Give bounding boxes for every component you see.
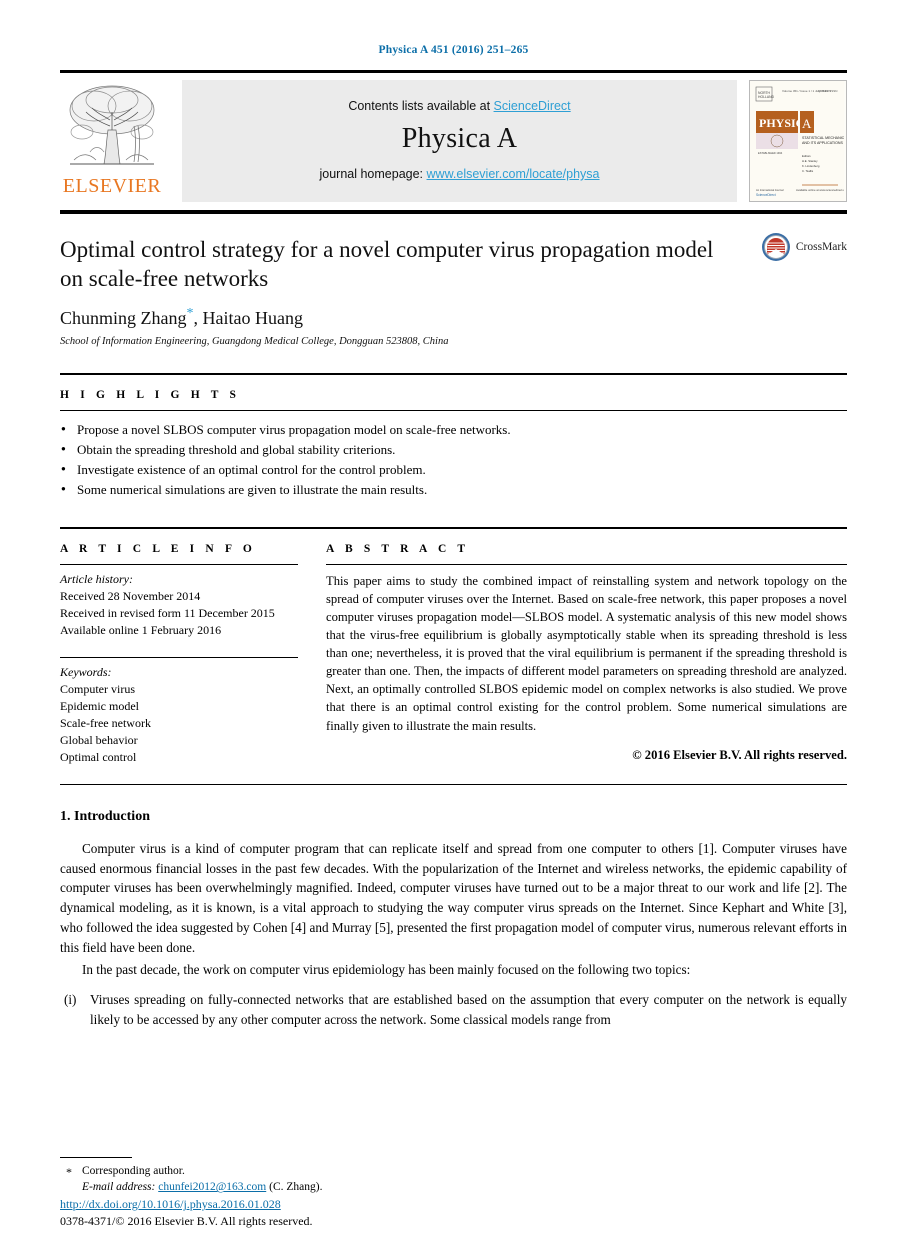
keyword-item[interactable]: Optimal control [60,749,298,766]
journal-cover-image: NORTH HOLLAND Volume 451 / Issue 1 / 1 J… [750,81,846,201]
introduction-section: 1. Introduction Computer virus is a kind… [60,809,847,1030]
highlights-label: H I G H L I G H T S [60,388,241,401]
keywords-top-rule [60,656,298,658]
highlight-text: Investigate existence of an optimal cont… [77,462,426,478]
svg-text:K. Lindenberg: K. Lindenberg [802,164,820,168]
email-suffix: (C. Zhang). [269,1181,323,1194]
contents-available-line: Contents lists available at ScienceDirec… [348,99,570,113]
article-history-revised: Received in revised form 11 December 201… [60,605,275,620]
keyword-item[interactable]: Computer virus [60,681,298,698]
article-info-under-rule [60,563,298,565]
contents-available-prefix: Contents lists available at [348,99,494,113]
email-label: E-mail address: [82,1181,156,1194]
highlight-text: Propose a novel SLBOS computer virus pro… [77,421,511,437]
svg-text:STATISTICAL MECHANICS: STATISTICAL MECHANICS [802,136,844,140]
sciencedirect-link[interactable]: ScienceDirect [494,99,571,113]
list-item: Investigate existence of an optimal cont… [60,459,847,480]
issn-copyright-line: 0378-4371/© 2016 Elsevier B.V. All right… [60,1214,313,1229]
author-secondary: , Haitao Huang [193,307,303,328]
intro-paragraph-2-text: In the past decade, the work on computer… [82,961,691,977]
body-top-rule [60,783,847,785]
author-list: Chunming Zhang*, Haitao Huang [60,306,847,329]
crossmark-label: CrossMark [795,241,847,253]
abstract-copyright: © 2016 Elsevier B.V. All rights reserved… [632,747,847,762]
intro-paragraph-1-text: Computer virus is a kind of computer pro… [60,840,847,955]
keywords-heading: Keywords: [60,664,112,679]
keyword-item[interactable]: Epidemic model [60,698,298,715]
abstract-text: This paper aims to study the combined im… [326,573,847,733]
svg-text:AND ITS APPLICATIONS: AND ITS APPLICATIONS [802,141,843,145]
email-note: E-mail address: chunfei2012@163.com (C. … [60,1179,560,1196]
highlights-top-rule [60,372,847,375]
list-marker: (i) [64,992,77,1008]
corresponding-author-marker[interactable]: * [187,306,194,321]
section-heading-introduction: 1. Introduction [60,808,150,824]
elsevier-tree-icon [64,82,160,174]
crossmark-icon [761,233,790,261]
article-info-column: A R T I C L E I N F O Article history: R… [60,529,298,766]
highlights-list: Propose a novel SLBOS computer virus pro… [60,411,847,501]
intro-list-item-text: Viruses spreading on fully-connected net… [90,992,847,1028]
keyword-item[interactable]: Scale-free network [60,715,298,732]
info-abstract-row: A R T I C L E I N F O Article history: R… [60,529,847,766]
article-history-heading: Article history: [60,571,133,586]
journal-band: Contents lists available at ScienceDirec… [182,80,737,202]
highlight-text: Obtain the spreading threshold and globa… [77,442,396,458]
intro-list-item-i: (i) Viruses spreading on fully-connected … [60,990,847,1030]
author-primary: Chunming Zhang [60,307,187,328]
svg-text:0378-4371: 0378-4371 [818,89,831,93]
elsevier-wordmark: ELSEVIER [62,175,162,197]
footnote-block: * Corresponding author. E-mail address: c… [60,1156,560,1196]
corresponding-author-note: * Corresponding author. [60,1163,560,1180]
intro-paragraph-1: Computer virus is a kind of computer pro… [60,839,847,958]
page-title: Optimal control strategy for a novel com… [60,237,714,291]
abstract-under-rule [326,563,847,565]
svg-text:Available online at www.scienc: Available online at www.sciencedirect.co… [796,188,844,192]
masthead-top-rule [60,70,847,73]
svg-text:H.E. Stanley: H.E. Stanley [802,159,818,163]
footnote-rule [60,1156,132,1158]
svg-text:A: A [802,116,812,131]
journal-homepage-prefix: journal homepage: [319,167,427,181]
journal-title: Physica A [401,123,518,154]
affiliation: School of Information Engineering, Guang… [60,335,449,347]
svg-text:Editors: Editors [802,154,811,158]
journal-cover-thumbnail[interactable]: NORTH HOLLAND Volume 451 / Issue 1 / 1 J… [749,80,847,202]
list-item: Some numerical simulations are given to … [60,479,847,500]
keyword-item[interactable]: Global behavior [60,732,298,749]
svg-text:C. Tsallis: C. Tsallis [802,169,814,173]
svg-text:HOLLAND: HOLLAND [758,95,775,99]
intro-paragraph-2: In the past decade, the work on computer… [60,960,847,980]
keywords-block: Keywords: Computer virus Epidemic model … [60,656,298,766]
abstract-column: A B S T R A C T This paper aims to study… [326,529,847,766]
email-link[interactable]: chunfei2012@163.com [158,1181,266,1193]
svg-text:An International Journal: An International Journal [756,188,784,192]
crossmark-badge[interactable]: CrossMark [761,232,847,262]
journal-homepage-line: journal homepage: www.elsevier.com/locat… [319,167,599,181]
article-history-online: Available online 1 February 2016 [60,622,222,637]
doi-block: http://dx.doi.org/10.1016/j.physa.2016.0… [60,1195,313,1230]
title-block: Optimal control strategy for a novel com… [60,214,847,347]
abstract-label: A B S T R A C T [326,542,470,555]
doi-link[interactable]: http://dx.doi.org/10.1016/j.physa.2016.0… [60,1197,281,1211]
list-item: Obtain the spreading threshold and globa… [60,439,847,460]
article-page: Physica A 451 (2016) 251–265 ELSEVIER Co… [0,0,907,1238]
corresponding-author-text: Corresponding author. [82,1164,185,1177]
journal-homepage-link[interactable]: www.elsevier.com/locate/physa [427,167,600,181]
list-item: Propose a novel SLBOS computer virus pro… [60,419,847,440]
journal-masthead: ELSEVIER Contents lists available at Sci… [60,80,847,202]
svg-text:ESTABLISHED 1934: ESTABLISHED 1934 [758,151,783,155]
highlight-text: Some numerical simulations are given to … [77,482,428,498]
elsevier-logo: ELSEVIER [60,80,164,202]
running-head: Physica A 451 (2016) 251–265 [378,44,529,56]
article-history-received: Received 28 November 2014 [60,588,201,603]
article-info-label: A R T I C L E I N F O [60,542,256,555]
svg-text:ScienceDirect: ScienceDirect [756,193,776,197]
